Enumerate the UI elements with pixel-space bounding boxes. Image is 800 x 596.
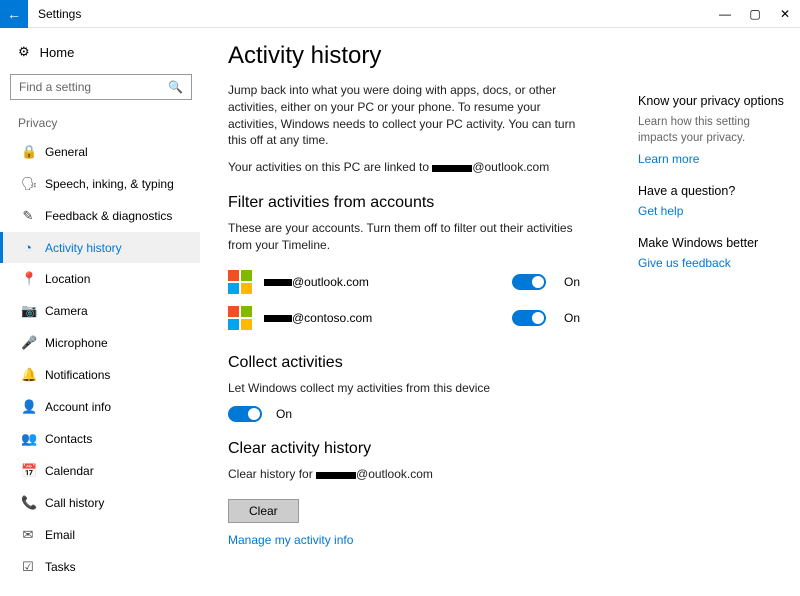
nav-icon: 📞 [21, 495, 35, 511]
nav-label: Contacts [45, 432, 92, 446]
sidebar-item-notifications[interactable]: 🔔 Notifications [0, 359, 200, 391]
filter-text: These are your accounts. Turn them off t… [228, 220, 588, 254]
account-toggle[interactable] [512, 310, 546, 326]
feedback-heading: Make Windows better [638, 236, 788, 250]
nav-label: Notifications [45, 368, 110, 382]
content: ⚙ Home Find a setting 🔍 Privacy 🔒 General… [0, 28, 800, 596]
nav-label: Calendar [45, 464, 94, 478]
nav-icon: 🎤 [21, 335, 35, 351]
app-title: Settings [38, 7, 81, 21]
get-help-link[interactable]: Get help [638, 204, 788, 218]
sidebar-item-call-history[interactable]: 📞 Call history [0, 487, 200, 519]
collect-heading: Collect activities [228, 354, 612, 372]
account-row: @contoso.com On [228, 300, 588, 336]
linked-text: Your activities on this PC are linked to… [228, 159, 588, 176]
sidebar-item-camera[interactable]: 📷 Camera [0, 295, 200, 327]
nav-icon: 👥 [21, 431, 35, 447]
account-email: @outlook.com [264, 275, 500, 289]
nav-icon: 🗣 [21, 176, 35, 192]
microsoft-logo-icon [228, 270, 252, 294]
privacy-heading: Know your privacy options [638, 94, 788, 108]
nav-label: Account info [45, 400, 111, 414]
sidebar-item-account-info[interactable]: 👤 Account info [0, 391, 200, 423]
nav-label: Location [45, 272, 90, 286]
account-row: @outlook.com On [228, 264, 588, 300]
account-toggle-label: On [564, 311, 588, 325]
sidebar: ⚙ Home Find a setting 🔍 Privacy 🔒 General… [0, 28, 200, 596]
nav-label: Camera [45, 304, 88, 318]
sidebar-item-location[interactable]: 📍 Location [0, 263, 200, 295]
nav-label: Call history [45, 496, 104, 510]
minimize-button[interactable]: — [710, 0, 740, 28]
sidebar-item-calendar[interactable]: 📅 Calendar [0, 455, 200, 487]
learn-more-link[interactable]: Learn more [638, 152, 788, 166]
microsoft-logo-icon [228, 306, 252, 330]
sidebar-item-contacts[interactable]: 👥 Contacts [0, 423, 200, 455]
redacted-email [432, 165, 472, 172]
filter-heading: Filter activities from accounts [228, 194, 612, 212]
sidebar-item-general[interactable]: 🔒 General [0, 136, 200, 168]
nav-icon: ☑ [21, 559, 35, 575]
sidebar-item-activity-history[interactable]: ◔ Activity history [0, 232, 200, 263]
collect-text: Let Windows collect my activities from t… [228, 380, 588, 397]
intro-text: Jump back into what you were doing with … [228, 82, 588, 149]
sidebar-item-tasks[interactable]: ☑ Tasks [0, 551, 200, 583]
close-button[interactable]: ✕ [770, 0, 800, 28]
nav-icon: 📅 [21, 463, 35, 479]
account-email: @contoso.com [264, 311, 500, 325]
clear-button[interactable]: Clear [228, 499, 299, 523]
search-input[interactable]: Find a setting 🔍 [10, 74, 192, 100]
privacy-text: Learn how this setting impacts your priv… [638, 114, 788, 146]
collect-toggle-row: On [228, 406, 612, 422]
redacted-email [316, 472, 356, 479]
clear-text: Clear history for @outlook.com [228, 466, 588, 483]
nav-label: Tasks [45, 560, 76, 574]
titlebar: ← Settings — ▢ ✕ [0, 0, 800, 28]
sidebar-item-speech-inking-typing[interactable]: 🗣 Speech, inking, & typing [0, 168, 200, 200]
nav-label: Speech, inking, & typing [45, 177, 174, 191]
nav-icon: ◔ [21, 240, 35, 255]
page-title: Activity history [228, 42, 612, 70]
main-pane: Activity history Jump back into what you… [200, 28, 630, 596]
search-placeholder: Find a setting [19, 80, 91, 94]
account-toggle[interactable] [512, 274, 546, 290]
nav-group-label: Privacy [10, 112, 200, 136]
search-icon: 🔍 [168, 80, 183, 94]
nav-icon: 📍 [21, 271, 35, 287]
maximize-button[interactable]: ▢ [740, 0, 770, 28]
right-pane: Know your privacy options Learn how this… [630, 28, 800, 596]
collect-toggle-label: On [276, 407, 300, 421]
nav-label: Email [45, 528, 75, 542]
nav-icon: 👤 [21, 399, 35, 415]
nav-icon: ✎ [21, 208, 35, 224]
home-nav[interactable]: ⚙ Home [10, 38, 200, 66]
nav-label: Microphone [45, 336, 108, 350]
nav-icon: 📷 [21, 303, 35, 319]
back-button[interactable]: ← [0, 0, 28, 28]
home-label: Home [40, 45, 75, 60]
nav-icon: ✉ [21, 527, 35, 543]
nav-label: General [45, 145, 88, 159]
home-icon: ⚙ [18, 44, 30, 60]
nav-label: Feedback & diagnostics [45, 209, 172, 223]
nav-icon: 🔒 [21, 144, 35, 160]
nav-icon: 🔔 [21, 367, 35, 383]
feedback-link[interactable]: Give us feedback [638, 256, 788, 270]
sidebar-item-email[interactable]: ✉ Email [0, 519, 200, 551]
collect-toggle[interactable] [228, 406, 262, 422]
nav-label: Activity history [45, 241, 122, 255]
sidebar-item-microphone[interactable]: 🎤 Microphone [0, 327, 200, 359]
manage-activity-link[interactable]: Manage my activity info [228, 533, 612, 547]
window-controls: — ▢ ✕ [710, 0, 800, 28]
account-toggle-label: On [564, 275, 588, 289]
sidebar-item-feedback-diagnostics[interactable]: ✎ Feedback & diagnostics [0, 200, 200, 232]
question-heading: Have a question? [638, 184, 788, 198]
clear-heading: Clear activity history [228, 440, 612, 458]
